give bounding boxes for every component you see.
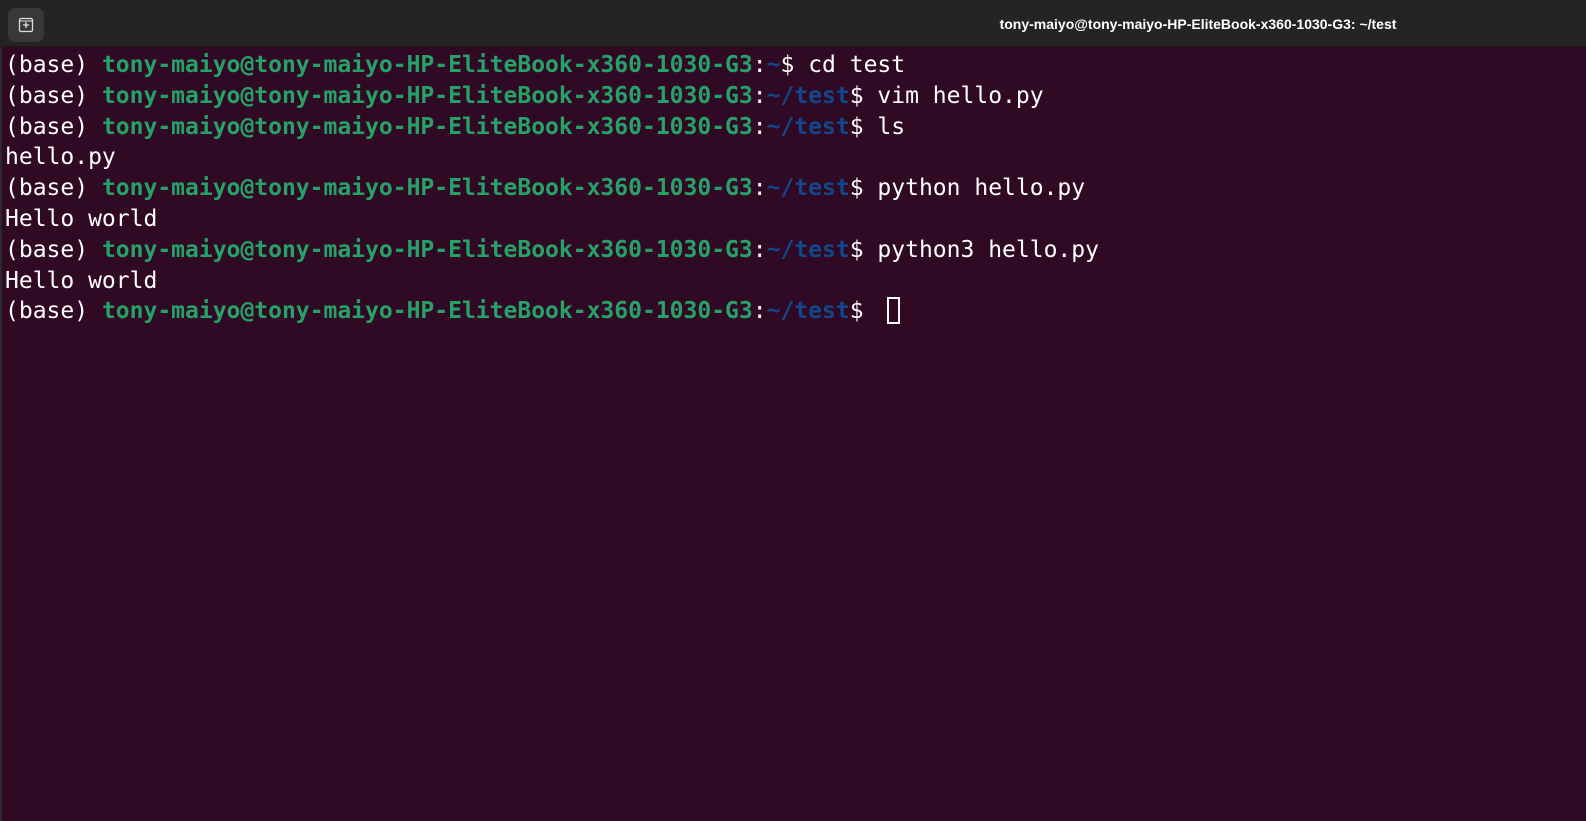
prompt-symbol: $: [849, 175, 878, 202]
terminal-window: tony-maiyo@tony-maiyo-HP-EliteBook-x360-…: [0, 0, 1586, 821]
prompt-symbol: $: [849, 113, 878, 140]
user-host: tony-maiyo@tony-maiyo-HP-EliteBook-x360-…: [101, 82, 753, 109]
command-text: vim hello.py: [877, 82, 1044, 109]
prompt-line: (base) tony-maiyo@tony-maiyo-HP-EliteBoo…: [5, 296, 1586, 327]
prompt-symbol: $: [780, 52, 809, 78]
prompt-symbol: $: [849, 298, 878, 325]
title-bar: tony-maiyo@tony-maiyo-HP-EliteBook-x360-…: [0, 0, 1586, 47]
output-text: Hello world: [5, 205, 158, 232]
window-left-border: [0, 47, 2, 821]
prompt-separator: :: [752, 298, 767, 325]
conda-env: (base): [5, 236, 102, 263]
new-tab-button[interactable]: [8, 8, 44, 42]
terminal-cursor[interactable]: [887, 297, 901, 325]
user-host: tony-maiyo@tony-maiyo-HP-EliteBook-x360-…: [101, 113, 753, 140]
command-text: ls: [877, 113, 906, 140]
conda-env: (base): [5, 52, 102, 78]
current-path: ~/test: [766, 82, 850, 109]
prompt-line: (base) tony-maiyo@tony-maiyo-HP-EliteBoo…: [5, 81, 1586, 112]
current-path: ~: [766, 52, 781, 78]
prompt-symbol: $: [849, 82, 878, 109]
prompt-line: (base) tony-maiyo@tony-maiyo-HP-EliteBoo…: [5, 235, 1586, 266]
user-host: tony-maiyo@tony-maiyo-HP-EliteBook-x360-…: [101, 52, 753, 78]
user-host: tony-maiyo@tony-maiyo-HP-EliteBook-x360-…: [101, 175, 753, 202]
prompt-symbol: $: [849, 236, 878, 263]
current-path: ~/test: [766, 175, 850, 202]
output-text: hello.py: [5, 144, 116, 171]
user-host: tony-maiyo@tony-maiyo-HP-EliteBook-x360-…: [101, 236, 753, 263]
prompt-line: (base) tony-maiyo@tony-maiyo-HP-EliteBoo…: [5, 50, 1586, 81]
output-line: hello.py: [5, 142, 1586, 173]
conda-env: (base): [5, 113, 102, 140]
current-path: ~/test: [766, 236, 850, 263]
conda-env: (base): [5, 298, 102, 325]
prompt-line: (base) tony-maiyo@tony-maiyo-HP-EliteBoo…: [5, 173, 1586, 204]
current-path: ~/test: [766, 298, 850, 325]
command-text: python3 hello.py: [877, 236, 1099, 263]
conda-env: (base): [5, 82, 102, 109]
new-tab-icon: [18, 17, 34, 33]
output-line: Hello world: [5, 266, 1586, 297]
prompt-separator: :: [752, 236, 767, 263]
command-text: cd test: [808, 52, 906, 78]
window-title: tony-maiyo@tony-maiyo-HP-EliteBook-x360-…: [999, 16, 1397, 32]
output-text: Hello world: [5, 267, 158, 294]
user-host: tony-maiyo@tony-maiyo-HP-EliteBook-x360-…: [101, 298, 753, 325]
prompt-line: (base) tony-maiyo@tony-maiyo-HP-EliteBoo…: [5, 112, 1586, 143]
terminal-output[interactable]: (base) tony-maiyo@tony-maiyo-HP-EliteBoo…: [5, 50, 1586, 821]
prompt-separator: :: [752, 82, 767, 109]
command-text: python hello.py: [877, 175, 1086, 202]
prompt-separator: :: [752, 113, 767, 140]
conda-env: (base): [5, 175, 102, 202]
prompt-separator: :: [752, 52, 767, 78]
prompt-separator: :: [752, 175, 767, 202]
output-line: Hello world: [5, 204, 1586, 235]
current-path: ~/test: [766, 113, 850, 140]
